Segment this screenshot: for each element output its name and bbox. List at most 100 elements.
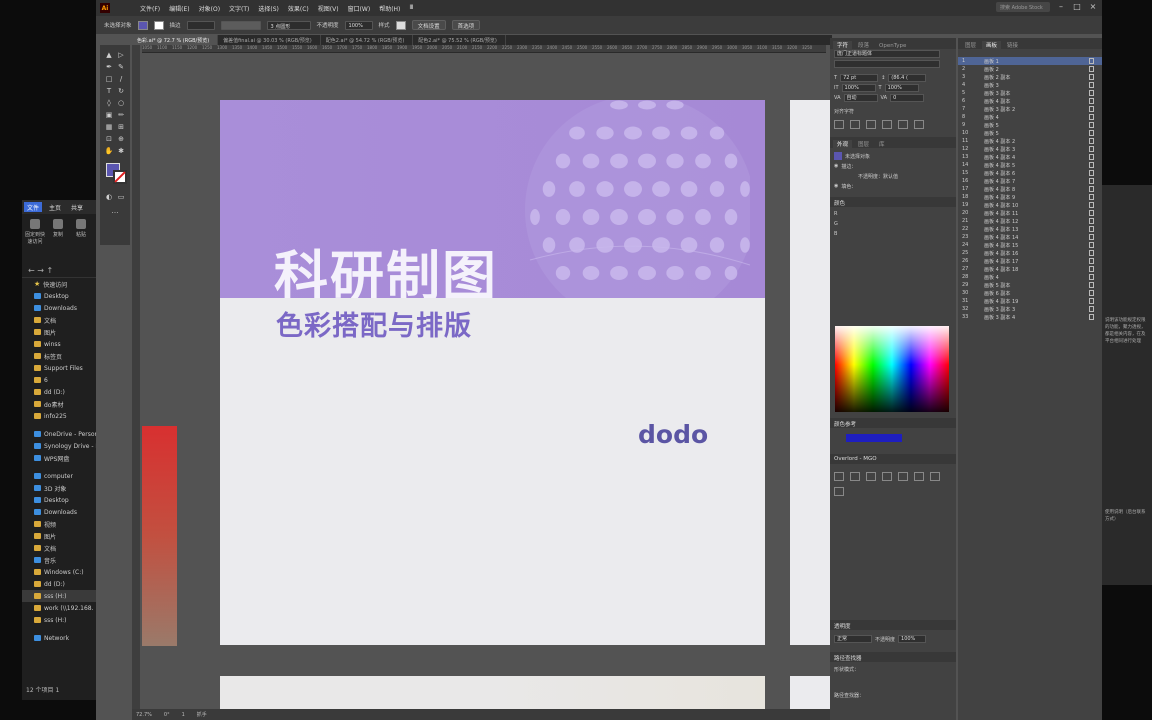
warp-tool-icon[interactable]: ○	[116, 99, 126, 108]
eyedropper-tool-icon[interactable]: ✏	[116, 111, 126, 120]
artboard-row[interactable]: 26 画板 4 副本 17	[958, 257, 1102, 265]
artboard-2[interactable]	[790, 100, 830, 645]
artboard-options-icon[interactable]	[1089, 218, 1094, 224]
brand-text[interactable]: dodo	[638, 420, 708, 449]
artboard-row[interactable]: 32 画板 3 副本 3	[958, 305, 1102, 313]
artboard-row[interactable]: 8 画板 4	[958, 113, 1102, 121]
artboard-options-icon[interactable]	[1089, 106, 1094, 112]
overlord-icon[interactable]	[914, 472, 924, 481]
menu-item[interactable]: 效果(C)	[288, 4, 309, 13]
artboard-row[interactable]: 21 画板 4 副本 12	[958, 217, 1102, 225]
red-gradient-swatch[interactable]	[142, 426, 177, 646]
artboard-row[interactable]: 12 画板 4 副本 3	[958, 145, 1102, 153]
font-family-field[interactable]: 庞门正道标题体	[834, 50, 940, 58]
artboard-options-icon[interactable]	[1089, 266, 1094, 272]
tree-item[interactable]: Desktop	[22, 290, 96, 302]
transparency-opacity-field[interactable]: 100%	[898, 635, 927, 643]
document-tab[interactable]: 色彩.ai* @ 72.7 % (RGB/预览)	[132, 35, 219, 45]
pen-tool-icon[interactable]: ✒	[104, 63, 114, 72]
appearance-stroke[interactable]: 描边：	[841, 163, 856, 170]
type-tool-icon[interactable]: T	[104, 87, 114, 96]
horizontal-scale-field[interactable]: 100%	[884, 84, 919, 92]
artboard-options-icon[interactable]	[1089, 250, 1094, 256]
artboard-row[interactable]: 27 画板 4 副本 18	[958, 265, 1102, 273]
tab-libraries[interactable]: 库	[875, 140, 889, 148]
color-spectrum[interactable]	[835, 326, 949, 412]
artboard-row[interactable]: 33 画板 3 副本 4	[958, 313, 1102, 321]
artboard-options-icon[interactable]	[1089, 186, 1094, 192]
artboard-row[interactable]: 19 画板 4 副本 10	[958, 201, 1102, 209]
align-glyph-icon[interactable]	[866, 120, 876, 129]
overlord-icon[interactable]	[866, 472, 876, 481]
pathfinder-header[interactable]: 路径查找器	[830, 652, 956, 662]
vertical-scale-field[interactable]: 100%	[841, 84, 876, 92]
symbol-sprayer-tool-icon[interactable]: ✱	[116, 147, 126, 156]
artboard-options-icon[interactable]	[1089, 290, 1094, 296]
eye-icon[interactable]: ◉	[834, 163, 838, 169]
artboard-row[interactable]: 23 画板 4 副本 14	[958, 233, 1102, 241]
tree-item[interactable]: 音乐	[22, 554, 96, 566]
artboard-options-icon[interactable]	[1089, 274, 1094, 280]
artboard-row[interactable]: 16 画板 4 副本 7	[958, 177, 1102, 185]
artboard-options-icon[interactable]	[1089, 194, 1094, 200]
overlord-icon[interactable]	[834, 472, 844, 481]
artboard-row[interactable]: 9 画板 5	[958, 121, 1102, 129]
artboard-row[interactable]: 6 画板 4 副本	[958, 97, 1102, 105]
style-swatch[interactable]	[395, 20, 406, 30]
tree-item[interactable]: do素材	[22, 398, 96, 410]
artboard-row[interactable]: 25 画板 4 副本 16	[958, 249, 1102, 257]
dotted-sphere-graphic[interactable]	[490, 100, 750, 298]
tree-item[interactable]: 文档	[22, 542, 96, 554]
tree-item[interactable]: 标签页	[22, 350, 96, 362]
menu-item[interactable]: 视图(V)	[318, 4, 339, 13]
tracking-field[interactable]: 0	[890, 94, 925, 102]
tree-item[interactable]: 3D 对象	[22, 482, 96, 494]
document-tab[interactable]: 配色2.ai* @ 75.52 % (RGB/预览)	[413, 35, 506, 45]
rectangle-tool-icon[interactable]: □	[104, 75, 114, 84]
artwork-subtitle[interactable]: 色彩搭配与排版	[276, 304, 472, 343]
menu-item[interactable]: Ⅲ	[409, 4, 413, 13]
artboard-row[interactable]: 15 画板 4 副本 6	[958, 169, 1102, 177]
fill-stroke-widget[interactable]	[106, 163, 128, 185]
tree-item[interactable]: Desktop	[22, 494, 96, 506]
tree-item[interactable]: Downloads	[22, 302, 96, 314]
canvas-area[interactable]: 科研制图 色彩搭配与排版 dodo	[142, 54, 830, 720]
ribbon-tab-share[interactable]: 共享	[68, 202, 86, 212]
zoom-level[interactable]: 72.7%	[136, 712, 152, 718]
align-glyph-icon[interactable]	[898, 120, 908, 129]
close-icon[interactable]: ×	[1088, 2, 1098, 12]
tree-item[interactable]: sss (H:)	[22, 590, 96, 602]
pin-button[interactable]: 固定到快速访问	[25, 217, 45, 261]
fill-swatch[interactable]	[137, 20, 148, 30]
font-size-field[interactable]: 72 pt	[840, 74, 879, 82]
artboard-options-icon[interactable]	[1089, 114, 1094, 120]
eye-icon[interactable]: ◉	[834, 183, 838, 189]
tree-item[interactable]: Network	[22, 632, 96, 644]
artboard-options-icon[interactable]	[1089, 258, 1094, 264]
overlord-header[interactable]: Overlord - MGO	[830, 454, 956, 464]
artboard-tool-icon[interactable]: ⊡	[104, 135, 114, 144]
artboard-options-icon[interactable]	[1089, 146, 1094, 152]
artwork-title[interactable]: 科研制图	[274, 232, 498, 298]
artboard-row[interactable]: 10 画板 5	[958, 129, 1102, 137]
menu-item[interactable]: 文件(F)	[140, 4, 160, 13]
artboard-options-icon[interactable]	[1089, 162, 1094, 168]
artboard-options-icon[interactable]	[1089, 282, 1094, 288]
overlord-icon[interactable]	[834, 487, 844, 496]
tree-item[interactable]: computer	[22, 470, 96, 482]
color-guide-header[interactable]: 颜色参考	[830, 418, 956, 428]
copy-button[interactable]: 复制	[48, 217, 68, 261]
artboard-row[interactable]: 13 画板 4 副本 4	[958, 153, 1102, 161]
artboard-row[interactable]: 2 画板 2	[958, 65, 1102, 73]
draw-mode-icon[interactable]: ◐	[104, 193, 114, 202]
artboard-options-icon[interactable]	[1089, 138, 1094, 144]
artboard-row[interactable]: 24 画板 4 副本 15	[958, 241, 1102, 249]
ribbon-tab-home[interactable]: 主页	[46, 202, 64, 212]
document-tab[interactable]: 偏差值final.ai @ 30.03 % (RGB/预览)	[218, 35, 321, 45]
tree-item[interactable]: 图片	[22, 530, 96, 542]
artboard-row[interactable]: 29 画板 5 副本	[958, 281, 1102, 289]
kerning-field[interactable]: 自动	[843, 94, 878, 102]
artboard-row[interactable]: 7 画板 3 副本 2	[958, 105, 1102, 113]
artboard-row[interactable]: 20 画板 4 副本 11	[958, 209, 1102, 217]
artboard-options-icon[interactable]	[1089, 178, 1094, 184]
